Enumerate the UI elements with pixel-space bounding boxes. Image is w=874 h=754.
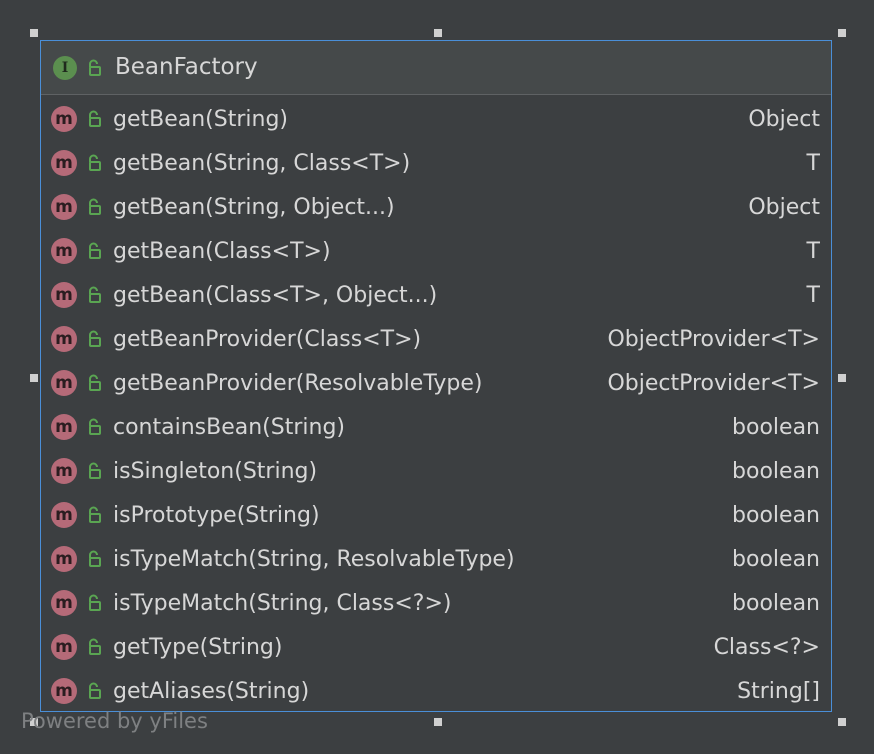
method-icon: m xyxy=(51,282,77,308)
member-row[interactable]: m isTypeMatch(String, Class<?>) boolean xyxy=(41,581,831,625)
resize-handle-top-right[interactable] xyxy=(838,29,846,37)
member-name: isTypeMatch(String, Class<?>) xyxy=(113,590,452,616)
method-icon: m xyxy=(51,326,77,352)
node-header: I BeanFactory xyxy=(41,41,831,95)
member-row[interactable]: m getBean(String, Class<T>) T xyxy=(41,141,831,185)
resize-handle-bottom-right[interactable] xyxy=(838,718,846,726)
member-return-type: boolean xyxy=(732,590,820,616)
unlock-icon xyxy=(89,462,101,479)
method-icon: m xyxy=(51,634,77,660)
resize-handle-right[interactable] xyxy=(838,374,846,382)
unlock-icon xyxy=(89,110,101,127)
member-name: getBeanProvider(ResolvableType) xyxy=(113,370,483,396)
member-name: isPrototype(String) xyxy=(113,502,320,528)
interface-icon: I xyxy=(53,55,77,80)
unlock-icon xyxy=(89,154,101,171)
member-name: isTypeMatch(String, ResolvableType) xyxy=(113,546,515,572)
resize-handle-bottom[interactable] xyxy=(434,718,442,726)
unlock-icon xyxy=(89,330,101,347)
member-name: getBean(Class<T>) xyxy=(113,238,331,264)
resize-handle-left[interactable] xyxy=(30,374,38,382)
member-row[interactable]: m isSingleton(String) boolean xyxy=(41,449,831,493)
member-name: getBean(String, Object...) xyxy=(113,194,395,220)
member-return-type: Object xyxy=(748,106,820,132)
member-row[interactable]: m getType(String) Class<?> xyxy=(41,625,831,669)
unlock-icon xyxy=(89,682,101,699)
member-row[interactable]: m getAliases(String) String[] xyxy=(41,669,831,713)
unlock-icon xyxy=(89,374,101,391)
method-icon: m xyxy=(51,546,77,572)
member-return-type: String[] xyxy=(737,678,820,704)
unlock-icon xyxy=(89,418,101,435)
method-icon: m xyxy=(51,106,77,132)
member-row[interactable]: m isTypeMatch(String, ResolvableType) bool… xyxy=(41,537,831,581)
method-icon: m xyxy=(51,194,77,220)
unlock-icon xyxy=(89,59,101,76)
method-icon: m xyxy=(51,150,77,176)
method-icon: m xyxy=(51,590,77,616)
unlock-icon xyxy=(89,506,101,523)
member-name: isSingleton(String) xyxy=(113,458,318,484)
member-row[interactable]: m getBean(Class<T>, Object...) T xyxy=(41,273,831,317)
unlock-icon xyxy=(89,550,101,567)
member-return-type: boolean xyxy=(732,546,820,572)
member-row[interactable]: m getBean(String) Object xyxy=(41,97,831,141)
uml-class-node[interactable]: I BeanFactory m getBean(String) Object m get… xyxy=(40,40,832,712)
member-return-type: boolean xyxy=(732,502,820,528)
member-list: m getBean(String) Object m getBean(String, C… xyxy=(41,95,831,713)
member-return-type: ObjectProvider<T> xyxy=(607,326,820,352)
unlock-icon xyxy=(89,594,101,611)
member-row[interactable]: m containsBean(String) boolean xyxy=(41,405,831,449)
method-icon: m xyxy=(51,678,77,704)
member-row[interactable]: m getBeanProvider(Class<T>) ObjectProvider… xyxy=(41,317,831,361)
member-return-type: Object xyxy=(748,194,820,220)
unlock-icon xyxy=(89,242,101,259)
yfiles-watermark: Powered by yFiles xyxy=(21,709,208,733)
member-name: getBean(Class<T>, Object...) xyxy=(113,282,438,308)
member-row[interactable]: m getBean(Class<T>) T xyxy=(41,229,831,273)
member-name: getBeanProvider(Class<T>) xyxy=(113,326,422,352)
unlock-icon xyxy=(89,286,101,303)
member-name: getAliases(String) xyxy=(113,678,310,704)
member-return-type: boolean xyxy=(732,414,820,440)
node-title: BeanFactory xyxy=(115,54,258,80)
member-return-type: ObjectProvider<T> xyxy=(607,370,820,396)
member-return-type: boolean xyxy=(732,458,820,484)
unlock-icon xyxy=(89,638,101,655)
member-name: getBean(String, Class<T>) xyxy=(113,150,411,176)
unlock-icon xyxy=(89,198,101,215)
method-icon: m xyxy=(51,458,77,484)
method-icon: m xyxy=(51,238,77,264)
member-return-type: T xyxy=(806,150,820,176)
member-row[interactable]: m isPrototype(String) boolean xyxy=(41,493,831,537)
member-return-type: T xyxy=(806,282,820,308)
resize-handle-top[interactable] xyxy=(434,29,442,37)
method-icon: m xyxy=(51,502,77,528)
member-row[interactable]: m getBean(String, Object...) Object xyxy=(41,185,831,229)
member-name: containsBean(String) xyxy=(113,414,345,440)
method-icon: m xyxy=(51,370,77,396)
member-row[interactable]: m getBeanProvider(ResolvableType) ObjectPr… xyxy=(41,361,831,405)
member-name: getType(String) xyxy=(113,634,283,660)
method-icon: m xyxy=(51,414,77,440)
member-return-type: T xyxy=(806,238,820,264)
resize-handle-top-left[interactable] xyxy=(30,29,38,37)
member-name: getBean(String) xyxy=(113,106,289,132)
member-return-type: Class<?> xyxy=(713,634,820,660)
